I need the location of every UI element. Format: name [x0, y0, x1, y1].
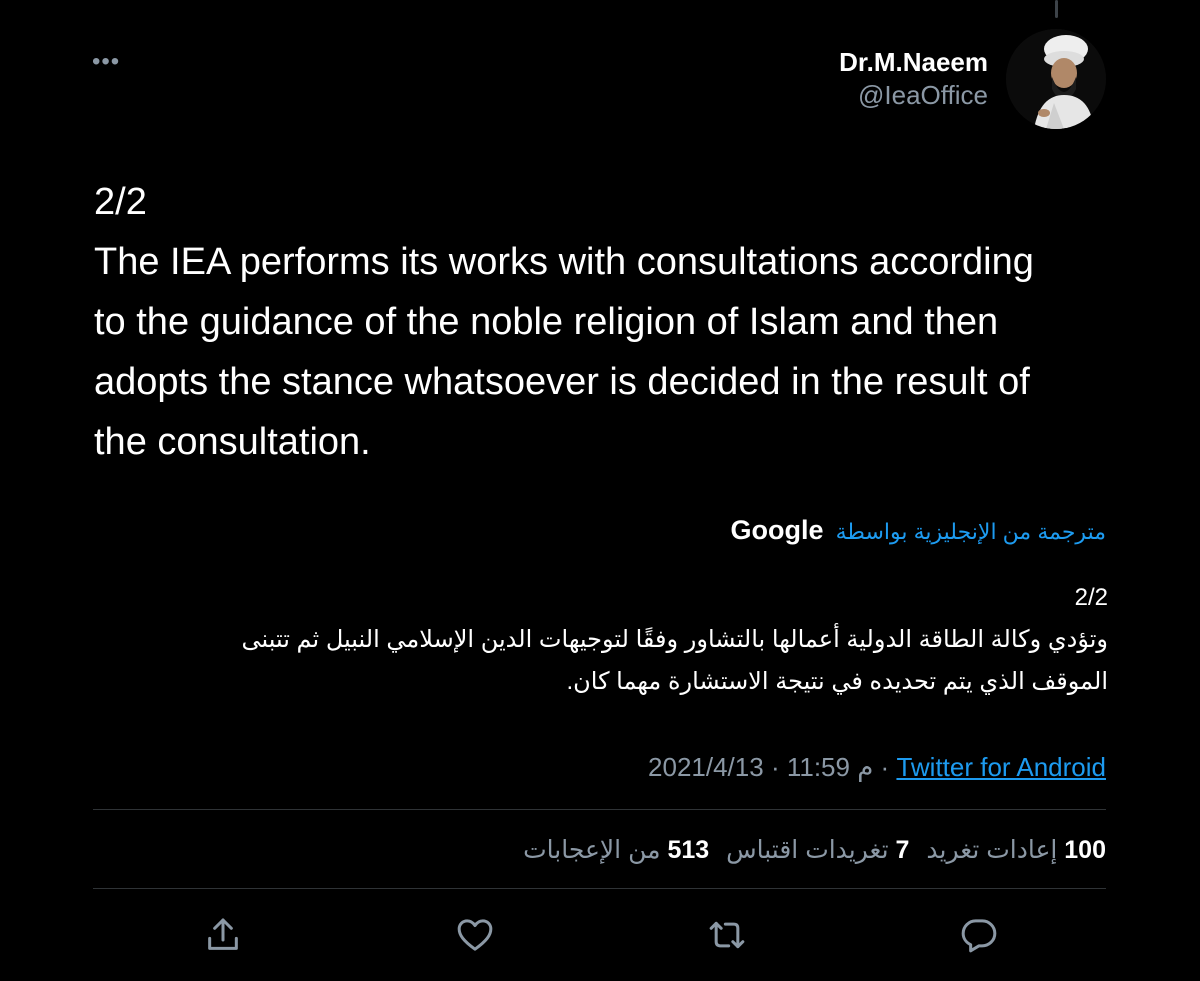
tweet-meta: 2021/4/13 · 11:59 م · Twitter for Androi… [648, 749, 1106, 785]
likes-count: 513 [667, 836, 710, 864]
tweet-source-link[interactable]: Twitter for Android [896, 752, 1106, 782]
meta-separator: · [880, 752, 890, 782]
reply-icon [961, 919, 997, 953]
quotes-label: تغريدات اقتباس [726, 836, 889, 864]
tweet-date: 2021/4/13 [648, 752, 764, 782]
retweet-button[interactable] [702, 910, 752, 960]
retweets-count: 100 [1064, 836, 1106, 864]
quotes-stat[interactable]: 7 تغريدات اقتباس [719, 836, 909, 864]
translation-attribution: مترجمة من الإنجليزية بواسطة Google [730, 512, 1106, 550]
meta-separator: · [770, 752, 780, 782]
more-options-button[interactable]: ••• [92, 48, 132, 76]
author-info[interactable]: Dr.M.Naeem @IeaOffice [839, 45, 988, 111]
translated-tweet-text: 2/2 وتؤدي وكالة الطاقة الدولية أعمالها ب… [241, 584, 1108, 695]
author-handle[interactable]: @IeaOffice [839, 79, 988, 111]
reply-button[interactable] [954, 910, 1004, 960]
divider [93, 809, 1106, 810]
retweets-label: إعادات تغريد [926, 836, 1058, 864]
google-logo-text: Google [730, 515, 824, 545]
likes-label: من الإعجابات [523, 836, 661, 864]
heart-icon [457, 919, 493, 951]
like-button[interactable] [450, 910, 500, 960]
tweet-text: 2/2 The IEA performs its works with cons… [94, 181, 1034, 463]
share-icon [208, 918, 238, 950]
likes-stat[interactable]: 513 من الإعجابات [523, 836, 709, 864]
retweets-stat[interactable]: 100 إعادات تغريد [919, 836, 1106, 864]
divider [93, 888, 1106, 889]
engagement-stats: 100 إعادات تغريد 7 تغريدات اقتباس 513 من… [513, 832, 1106, 868]
quotes-count: 7 [895, 836, 910, 864]
avatar[interactable] [1006, 29, 1106, 129]
author-display-name[interactable]: Dr.M.Naeem [839, 45, 988, 79]
retweet-icon [709, 921, 745, 949]
share-button[interactable] [198, 910, 248, 960]
thread-connector-line [1055, 0, 1058, 18]
avatar-image [1006, 29, 1106, 129]
more-horizontal-icon: ••• [92, 48, 121, 75]
translated-by-label: مترجمة من الإنجليزية بواسطة [835, 519, 1106, 544]
tweet-time: 11:59 م [786, 752, 874, 782]
